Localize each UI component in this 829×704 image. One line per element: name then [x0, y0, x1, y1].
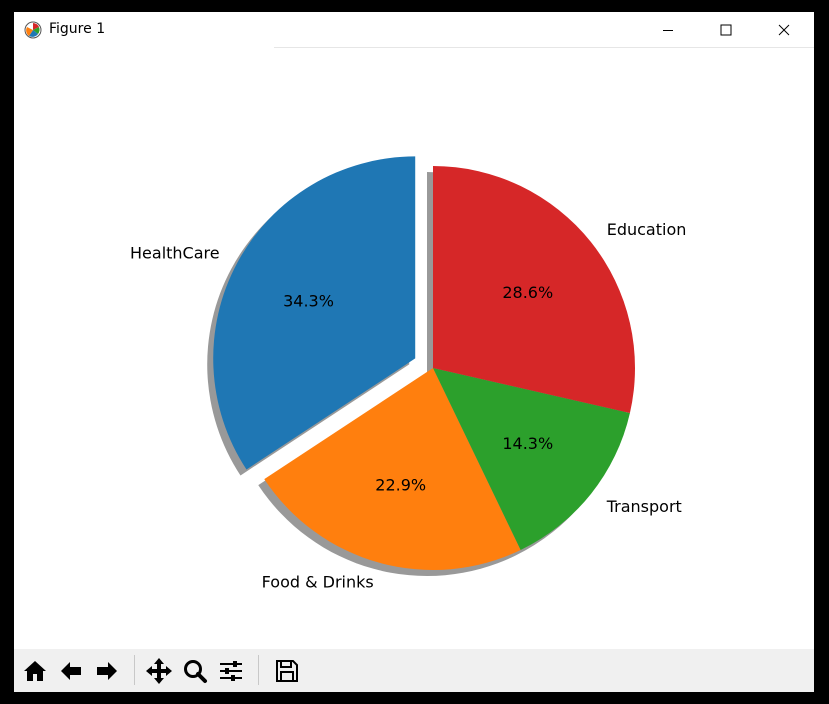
minimize-button[interactable]	[639, 12, 697, 48]
home-button[interactable]	[18, 654, 52, 688]
pct-label: 14.3%	[502, 434, 553, 453]
save-icon	[276, 660, 298, 682]
back-button[interactable]	[54, 654, 88, 688]
close-button[interactable]	[755, 12, 813, 48]
home-icon	[24, 661, 46, 681]
figure-canvas[interactable]: 34.3% HealthCare 22.9% Food & Drinks 14.3% Tr…	[14, 49, 814, 649]
window-title: Figure 1	[49, 21, 106, 37]
pan-button[interactable]	[142, 654, 176, 688]
close-icon	[778, 24, 790, 36]
zoom-button[interactable]	[178, 654, 212, 688]
minimize-icon	[663, 30, 673, 31]
pct-label: 22.9%	[375, 475, 426, 494]
matplotlib-logo-icon	[24, 21, 42, 39]
pct-label: 34.3%	[283, 291, 334, 310]
pie-chart: 34.3% HealthCare 22.9% Food & Drinks 14.3% Tr…	[130, 156, 687, 592]
forward-button[interactable]	[90, 654, 124, 688]
pct-label: 28.6%	[502, 283, 553, 302]
category-label: HealthCare	[130, 244, 220, 263]
back-arrow-icon	[61, 662, 81, 680]
title-bar: Figure 1	[14, 12, 814, 48]
save-button[interactable]	[270, 654, 304, 688]
toolbar-divider	[258, 655, 259, 685]
category-label: Education	[607, 220, 687, 239]
category-label: Food & Drinks	[262, 573, 374, 592]
forward-arrow-icon	[97, 662, 117, 680]
category-label: Transport	[606, 497, 682, 516]
maximize-icon	[720, 24, 732, 36]
toolbar-divider	[134, 655, 135, 685]
title-separator	[274, 47, 814, 48]
zoom-icon	[184, 660, 207, 683]
maximize-button[interactable]	[697, 12, 755, 48]
pan-icon	[146, 658, 172, 684]
configure-subplots-icon	[220, 661, 242, 681]
navigation-toolbar	[14, 649, 814, 692]
figure-window: Figure 1 34.3% HealthCare 22.9% Food & Drin…	[14, 12, 814, 692]
configure-subplots-button[interactable]	[214, 654, 248, 688]
